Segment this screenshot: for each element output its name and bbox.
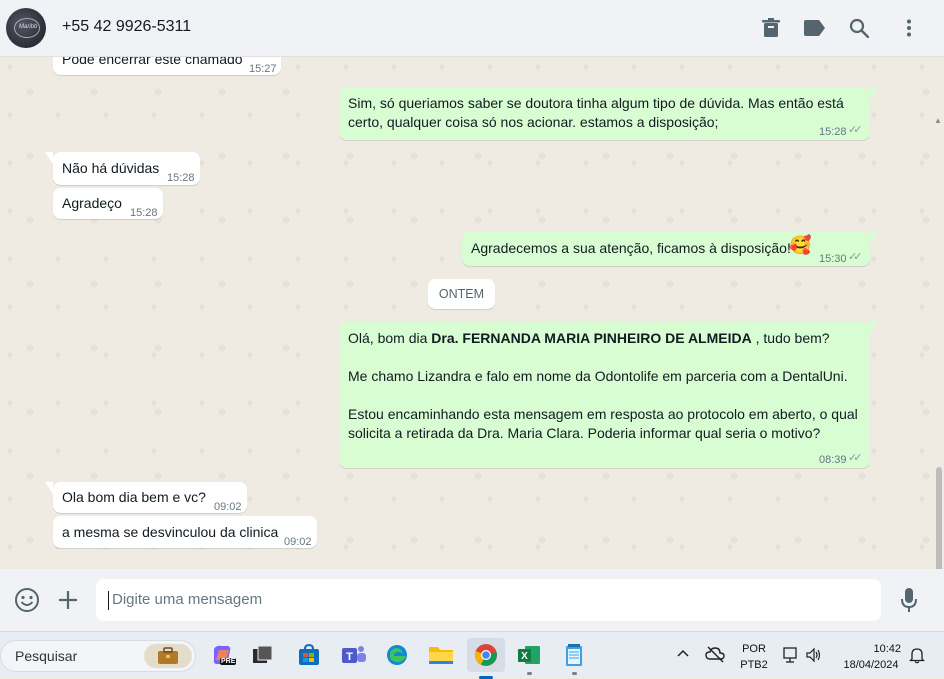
greeting-suffix: , tudo bem? <box>751 330 830 346</box>
message-text: Ola bom dia bem e vc? <box>62 489 206 505</box>
notepad-icon[interactable] <box>560 641 588 675</box>
bubble-tail <box>870 322 878 334</box>
menu-icon[interactable] <box>897 16 921 40</box>
bubble-tail <box>45 482 53 494</box>
running-app-indicator <box>527 672 532 675</box>
message-time: 15:30 <box>819 253 847 265</box>
chat-header: Maribb +55 42 9926-5311 <box>0 0 944 57</box>
edge-icon[interactable] <box>383 641 411 669</box>
date-separator: ONTEM <box>428 279 495 309</box>
taskbar-search[interactable]: Pesquisar <box>0 640 196 672</box>
clock-date: 18/04/2024 <box>843 659 899 671</box>
read-ticks-icon: ✓✓ <box>848 251 863 263</box>
incoming-message[interactable]: Pode encerrar este chamado 15:27 <box>53 57 281 75</box>
outgoing-message[interactable]: Sim, só queriamos saber se doutora tinha… <box>339 88 878 140</box>
language-indicator[interactable]: POR PTB2 <box>737 642 771 672</box>
language-code: POR <box>742 643 766 655</box>
doctor-name: Dra. FERNANDA MARIA PINHEIRO DE ALMEIDA <box>431 330 752 346</box>
chat-area[interactable]: ▲ Pode encerrar este chamado 15:27 Sim, … <box>0 57 944 569</box>
copilot-icon[interactable]: PRE <box>208 641 237 669</box>
message-time: 15:28 <box>819 126 847 138</box>
svg-text:T: T <box>346 651 353 663</box>
read-ticks-icon: ✓✓ <box>848 124 863 136</box>
keyboard-layout: PTB2 <box>740 659 768 671</box>
clock[interactable]: 10:42 18/04/2024 <box>834 642 908 672</box>
file-explorer-icon[interactable] <box>427 641 455 669</box>
contact-name[interactable]: +55 42 9926-5311 <box>62 18 191 36</box>
read-ticks-icon: ✓✓ <box>848 452 863 464</box>
incoming-message[interactable]: Agradeço 15:28 <box>53 188 163 219</box>
briefcase-icon <box>144 644 192 668</box>
avatar-logo-text: Maribb <box>19 24 38 30</box>
message-paragraph: Me chamo Lizandra e falo em nome da Odon… <box>348 368 848 384</box>
show-hidden-icons-chevron-icon[interactable] <box>676 647 690 661</box>
message-text: Pode encerrar este chamado <box>62 57 243 67</box>
notification-bell-icon[interactable] <box>908 646 926 664</box>
message-greeting: Olá, bom dia Dra. FERNANDA MARIA PINHEIR… <box>348 329 830 348</box>
message-time: 08:39 <box>819 454 847 466</box>
message-time: 15:28 <box>167 172 195 184</box>
message-input[interactable]: Digite uma mensagem <box>96 579 881 621</box>
message-time: 09:02 <box>214 501 242 513</box>
incoming-message[interactable]: a mesma se desvinculou da clinica 09:02 <box>53 516 317 548</box>
search-icon[interactable] <box>847 16 871 40</box>
outgoing-message[interactable]: Agradecemos a sua atenção, ficamos à dis… <box>462 232 878 266</box>
message-text-line: certo, qualquer coisa só nos acionar. es… <box>348 114 719 130</box>
task-view-icon[interactable] <box>249 641 277 669</box>
store-icon[interactable] <box>295 641 323 669</box>
microphone-icon[interactable] <box>899 587 919 613</box>
text-caret <box>108 591 109 610</box>
smiling-face-with-hearts-emoji: 🥰 <box>789 235 812 255</box>
incoming-message[interactable]: Não há dúvidas 15:28 <box>45 152 200 185</box>
emoji-icon[interactable] <box>14 587 40 613</box>
chrome-icon[interactable] <box>467 638 505 679</box>
message-input-placeholder: Digite uma mensagem <box>112 591 263 608</box>
svg-text:X: X <box>521 651 528 662</box>
incoming-message[interactable]: Ola bom dia bem e vc? 09:02 <box>45 482 247 513</box>
chat-scrollbar[interactable] <box>936 467 942 569</box>
message-time: 09:02 <box>284 536 312 548</box>
greeting-text: Olá, bom dia <box>348 330 432 346</box>
message-composer: Digite uma mensagem <box>0 569 944 631</box>
message-text: Agradecemos a sua atenção, ficamos à dis… <box>471 240 791 256</box>
cloud-offline-icon[interactable] <box>705 645 725 663</box>
attach-plus-icon[interactable] <box>57 589 79 611</box>
delete-icon[interactable] <box>759 16 783 40</box>
windows-taskbar: Pesquisar PRE T X POR PTB2 10:42 18/04/2… <box>0 631 944 679</box>
bubble-tail <box>45 152 53 164</box>
copilot-pre-badge: PRE <box>220 658 237 665</box>
volume-icon[interactable] <box>805 646 823 664</box>
message-text: Não há dúvidas <box>62 160 160 176</box>
bubble-tail <box>870 88 878 100</box>
running-app-indicator <box>572 672 577 675</box>
scroll-up-arrow-icon[interactable]: ▲ <box>934 117 942 125</box>
label-icon[interactable] <box>803 16 827 40</box>
clock-time: 10:42 <box>873 643 901 655</box>
message-paragraph-line: solicita a retirada da Dra. Maria Clara.… <box>348 425 821 441</box>
message-time: 15:27 <box>249 63 277 75</box>
message-time: 15:28 <box>130 207 158 219</box>
message-paragraph-line: Estou encaminhando esta mensagem em resp… <box>348 406 858 422</box>
message-text-line: Sim, só queriamos saber se doutora tinha… <box>348 95 844 111</box>
message-text: a mesma se desvinculou da clinica <box>62 524 279 540</box>
network-icon[interactable] <box>781 646 799 664</box>
contact-avatar[interactable]: Maribb <box>6 8 46 48</box>
message-text: Agradeço <box>62 195 122 211</box>
excel-icon[interactable]: X <box>515 641 543 675</box>
outgoing-message[interactable]: Olá, bom dia Dra. FERNANDA MARIA PINHEIR… <box>339 322 878 468</box>
bubble-tail <box>870 232 878 244</box>
teams-icon[interactable]: T <box>340 641 368 669</box>
taskbar-search-label: Pesquisar <box>15 648 78 664</box>
